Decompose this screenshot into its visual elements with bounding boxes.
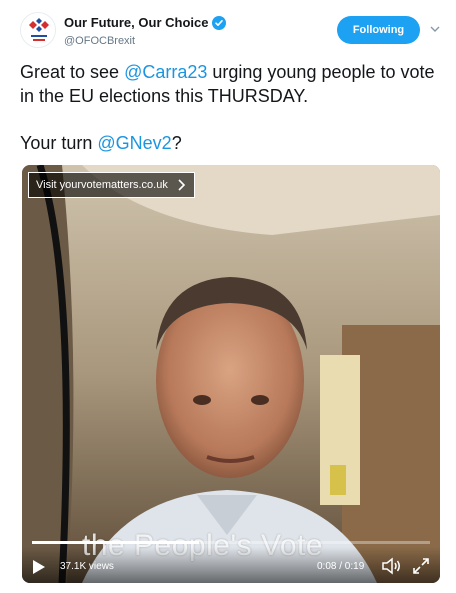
name-row: Our Future, Our Choice: [64, 15, 227, 30]
tweet-paragraph-1: Great to see @Carra23 urging young peopl…: [20, 60, 440, 108]
fullscreen-icon[interactable]: [412, 557, 430, 575]
video-time: 0:08 / 0:19: [317, 561, 365, 572]
tweet-header: Our Future, Our Choice @OFOCBrexit Follo…: [20, 12, 440, 52]
account-handle[interactable]: @OFOCBrexit: [64, 35, 135, 47]
play-icon[interactable]: [32, 559, 46, 575]
tweet-text-segment: Great to see: [20, 62, 125, 82]
following-button[interactable]: Following: [337, 16, 420, 44]
mention-link-carra23[interactable]: @Carra23: [124, 62, 207, 82]
visit-website-button[interactable]: Visit yourvotematters.co.uk: [28, 172, 195, 198]
video-frame: [22, 165, 440, 583]
verified-badge-icon: [212, 15, 227, 30]
profile-avatar[interactable]: [20, 12, 56, 48]
progress-bar[interactable]: [32, 541, 430, 544]
video-controls: 37.1K views 0:08 / 0:19: [22, 547, 440, 583]
mention-link-gnev2[interactable]: @GNev2: [97, 133, 171, 153]
chevron-down-icon[interactable]: [430, 24, 440, 34]
tweet-text-segment: Your turn: [20, 133, 98, 153]
volume-icon[interactable]: [382, 557, 402, 575]
display-name[interactable]: Our Future, Our Choice: [64, 15, 208, 30]
view-count: 37.1K views: [60, 561, 114, 572]
chevron-right-icon: [178, 179, 185, 191]
tweet-text-segment: ?: [171, 133, 182, 153]
tweet-text: Great to see @Carra23 urging young peopl…: [20, 60, 440, 155]
tweet-paragraph-2: Your turn @GNev2?: [20, 131, 440, 155]
ofoc-logo-icon: [21, 13, 55, 47]
video-player[interactable]: Visit yourvotematters.co.uk the People's…: [22, 165, 440, 583]
visit-website-label: Visit yourvotematters.co.uk: [36, 179, 168, 191]
progress-fill: [32, 541, 200, 544]
